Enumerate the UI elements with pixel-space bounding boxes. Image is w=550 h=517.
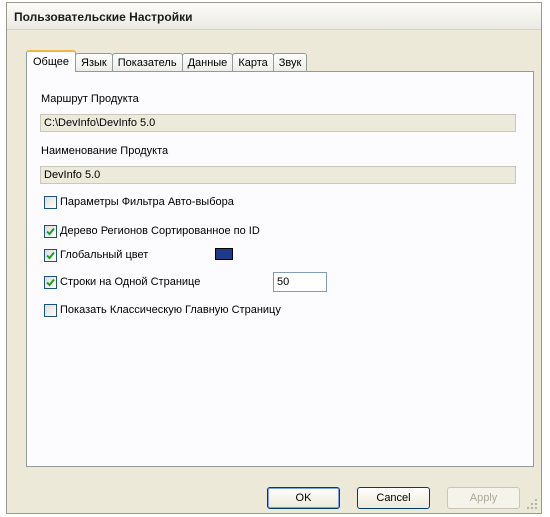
product-name-label: Наименование Продукта xyxy=(41,145,169,157)
rows-per-page-label: Строки на Одной Странице xyxy=(60,276,201,288)
global-color-checkbox[interactable] xyxy=(44,248,57,262)
tab-language[interactable]: Язык xyxy=(75,53,113,72)
resize-grip-icon[interactable] xyxy=(526,498,538,510)
tab-map[interactable]: Карта xyxy=(232,53,274,72)
checkmark-icon xyxy=(46,227,55,235)
cancel-button[interactable]: Cancel xyxy=(357,487,430,509)
apply-button[interactable]: Apply xyxy=(447,487,520,509)
tab-sound[interactable]: Звук xyxy=(272,53,308,72)
window-title: Пользовательские Настройки xyxy=(14,10,193,24)
title-bar[interactable]: Пользовательские Настройки xyxy=(7,3,541,30)
tab-general[interactable]: Общее xyxy=(26,50,77,72)
global-color-option[interactable]: Глобальный цвет xyxy=(44,248,148,262)
classic-home-option[interactable]: Показать Классическую Главную Страницу xyxy=(44,303,281,317)
classic-home-label: Показать Классическую Главную Страницу xyxy=(60,304,281,316)
tab-data[interactable]: Данные xyxy=(181,53,234,72)
rows-per-page-input[interactable]: 50 xyxy=(273,272,327,292)
classic-home-checkbox[interactable] xyxy=(44,303,57,317)
area-tree-sorted-checkbox[interactable] xyxy=(44,224,57,238)
area-tree-sorted-label: Дерево Регионов Сортированное по ID xyxy=(60,225,260,237)
auto-select-filter-label: Параметры Фильтра Авто-выбора xyxy=(60,196,234,208)
tab-strip: Общее Язык Показатель Данные Карта Звук xyxy=(26,50,308,72)
auto-select-filter-checkbox[interactable] xyxy=(44,195,57,209)
product-path-label: Маршрут Продукта xyxy=(41,93,139,105)
product-path-field: C:\DevInfo\DevInfo 5.0 xyxy=(40,114,516,132)
checkmark-icon xyxy=(46,251,55,259)
product-name-field: DevInfo 5.0 xyxy=(40,166,516,184)
rows-per-page-checkbox[interactable] xyxy=(44,275,57,289)
tab-indicator[interactable]: Показатель xyxy=(111,53,183,72)
settings-dialog: Пользовательские Настройки Общее Язык По… xyxy=(6,2,542,514)
global-color-swatch[interactable] xyxy=(215,248,233,260)
checkmark-icon xyxy=(46,278,55,286)
auto-select-filter-option[interactable]: Параметры Фильтра Авто-выбора xyxy=(44,195,234,209)
area-tree-sorted-option[interactable]: Дерево Регионов Сортированное по ID xyxy=(44,224,260,238)
general-tab-panel: Маршрут Продукта C:\DevInfo\DevInfo 5.0 … xyxy=(26,71,534,467)
ok-button[interactable]: OK xyxy=(267,487,340,509)
rows-per-page-option[interactable]: Строки на Одной Странице xyxy=(44,275,200,289)
global-color-label: Глобальный цвет xyxy=(60,249,149,261)
